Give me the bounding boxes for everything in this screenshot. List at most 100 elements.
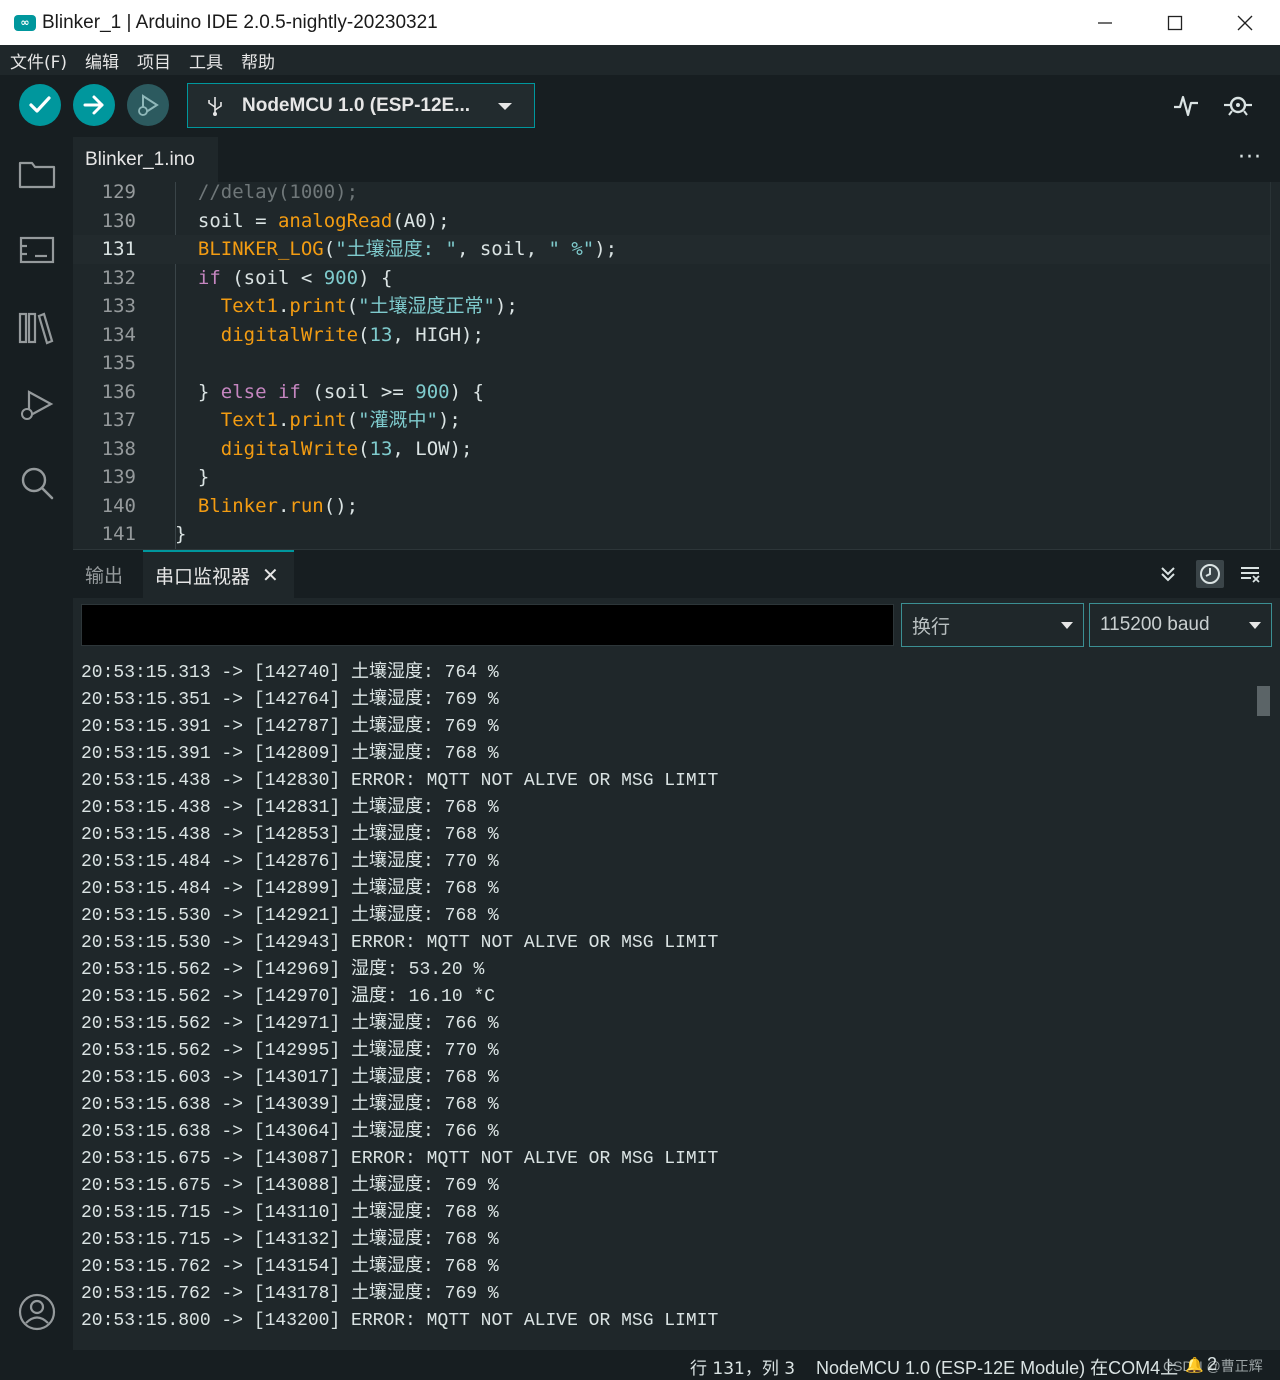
boards-manager-icon[interactable]	[17, 230, 57, 270]
code-text: if (soil < 900) {	[197, 266, 393, 289]
line-number: 139	[101, 466, 136, 488]
serial-log-line: 20:53:15.562 -> [142970] 温度: 16.10 *C	[81, 987, 496, 1007]
line-number: 129	[101, 182, 136, 203]
verify-button[interactable]	[19, 84, 61, 126]
code-line[interactable]: 137 Text1.print("灌溉中");	[73, 406, 1273, 435]
code-line[interactable]: 135	[73, 349, 1273, 378]
tab-output[interactable]: 输出	[85, 550, 123, 598]
bottom-panel: 输出 串口监视器 ✕ 换行 115200 baud 20:53:15.313 -…	[73, 549, 1280, 1350]
editor-scrollbar[interactable]	[1270, 182, 1280, 549]
code-text: }	[197, 466, 210, 488]
serial-output[interactable]: 20:53:15.313 -> [142740] 土壤湿度: 764 % 20:5…	[81, 660, 1251, 1340]
close-window-button[interactable]	[1210, 0, 1280, 45]
code-line[interactable]: 139 }	[73, 463, 1273, 492]
serial-log-line: 20:53:15.313 -> [142740] 土壤湿度: 764 %	[81, 663, 499, 683]
line-number: 134	[101, 323, 136, 346]
serial-send-input[interactable]	[81, 604, 894, 646]
serial-log-line: 20:53:15.762 -> [143178] 土壤湿度: 769 %	[81, 1284, 499, 1304]
code-text: Blinker.run();	[197, 494, 359, 517]
serial-log-line: 20:53:15.562 -> [142969] 湿度: 53.20 %	[81, 960, 485, 980]
menu-edit[interactable]: 编辑	[85, 48, 119, 73]
editor-tabs: Blinker_1.ino ···	[73, 137, 1280, 182]
tab-blinker-ino[interactable]: Blinker_1.ino	[73, 137, 218, 182]
tab-serial-monitor-label: 串口监视器	[155, 565, 251, 588]
autoscroll-button[interactable]	[1154, 560, 1182, 588]
code-line[interactable]: 129 //delay(1000);	[73, 182, 1273, 207]
serial-monitor-icon[interactable]	[1222, 89, 1254, 121]
line-ending-select[interactable]: 换行	[901, 603, 1084, 647]
serial-log-line: 20:53:15.351 -> [142764] 土壤湿度: 769 %	[81, 690, 499, 710]
line-number: 130	[101, 209, 136, 232]
code-line[interactable]: 132 if (soil < 900) {	[73, 264, 1273, 293]
panel-tabs: 输出 串口监视器 ✕	[73, 550, 1280, 598]
menu-sketch[interactable]: 项目	[137, 48, 171, 73]
minimize-button[interactable]	[1070, 0, 1140, 45]
board-selector[interactable]: NodeMCU 1.0 (ESP-12E...	[187, 83, 535, 128]
folder-icon[interactable]	[17, 153, 57, 193]
serial-log-line: 20:53:15.391 -> [142787] 土壤湿度: 769 %	[81, 717, 499, 737]
line-number: 131	[101, 238, 136, 260]
code-text: BLINKER_LOG("土壤湿度: ", soil, " %");	[197, 238, 618, 260]
bell-icon[interactable]: 🔔	[1185, 1356, 1204, 1374]
line-number: 141	[101, 523, 136, 545]
code-line[interactable]: 136 } else if (soil >= 900) {	[73, 378, 1273, 407]
line-number: 140	[101, 494, 136, 517]
debug-sidebar-icon[interactable]	[17, 386, 57, 426]
library-manager-icon[interactable]	[17, 308, 57, 348]
baud-rate-select[interactable]: 115200 baud	[1089, 603, 1272, 647]
close-icon	[1237, 15, 1253, 30]
code-area[interactable]: 129 //delay(1000); 130 soil = analogRead(…	[73, 182, 1280, 549]
clock-icon	[1200, 564, 1220, 584]
code-line[interactable]: 130 soil = analogRead(A0);	[73, 207, 1273, 236]
status-board[interactable]: NodeMCU 1.0 (ESP-12E Module) 在COM4上	[816, 1354, 1178, 1380]
chevron-down-icon	[498, 103, 512, 110]
account-icon[interactable]	[17, 1292, 57, 1332]
search-icon[interactable]	[17, 463, 57, 503]
maximize-button[interactable]	[1140, 0, 1210, 45]
serial-log-line: 20:53:15.562 -> [142971] 土壤湿度: 766 %	[81, 1014, 499, 1034]
code-text: digitalWrite(13, HIGH);	[220, 323, 484, 346]
debug-icon	[138, 94, 159, 116]
cursor-position[interactable]: 行 131，列 3	[690, 1354, 795, 1379]
serial-log-line: 20:53:15.638 -> [143039] 土壤湿度: 768 %	[81, 1095, 499, 1115]
serial-log-line: 20:53:15.438 -> [142831] 土壤湿度: 768 %	[81, 798, 499, 818]
menu-file[interactable]: 文件(F)	[10, 48, 67, 73]
chevron-double-down-icon	[1161, 567, 1175, 582]
serial-log-line: 20:53:15.530 -> [142921] 土壤湿度: 768 %	[81, 906, 499, 926]
chevron-down-icon	[1061, 622, 1073, 629]
serial-scrollbar-thumb[interactable]	[1257, 686, 1270, 716]
usb-icon	[208, 96, 222, 116]
menu-tools[interactable]: 工具	[189, 48, 223, 73]
code-line[interactable]: 133 Text1.print("土壤湿度正常");	[73, 292, 1273, 321]
timestamp-button[interactable]	[1196, 560, 1224, 588]
code-line[interactable]: 140 Blinker.run();	[73, 492, 1273, 521]
code-text: soil = analogRead(A0);	[197, 209, 450, 232]
line-number: 138	[101, 437, 136, 460]
code-text: digitalWrite(13, LOW);	[220, 437, 473, 460]
serial-log-line: 20:53:15.715 -> [143132] 土壤湿度: 768 %	[81, 1230, 499, 1250]
maximize-icon	[1167, 15, 1183, 30]
checkmark-icon	[29, 96, 51, 113]
more-icon[interactable]: ···	[1238, 145, 1262, 170]
upload-button[interactable]	[73, 84, 115, 126]
line-ending-value: 换行	[912, 615, 951, 638]
arduino-logo-icon: ∞	[14, 14, 36, 31]
clear-output-button[interactable]	[1236, 560, 1264, 588]
code-line[interactable]: 134 digitalWrite(13, HIGH);	[73, 321, 1273, 350]
serial-plotter-icon[interactable]	[1170, 89, 1202, 121]
serial-log-line: 20:53:15.762 -> [143154] 土壤湿度: 768 %	[81, 1257, 499, 1277]
line-number: 133	[101, 295, 136, 317]
window-controls	[1070, 0, 1280, 45]
line-number: 136	[101, 380, 136, 403]
tab-serial-monitor[interactable]: 串口监视器 ✕	[143, 550, 294, 598]
window-title: Blinker_1 | Arduino IDE 2.0.5-nightly-20…	[42, 11, 438, 33]
serial-log-line: 20:53:15.484 -> [142899] 土壤湿度: 768 %	[81, 879, 499, 899]
board-name: NodeMCU 1.0 (ESP-12E...	[242, 94, 471, 116]
code-line[interactable]: 141}	[73, 520, 1273, 549]
code-line[interactable]: 138 digitalWrite(13, LOW);	[73, 435, 1273, 464]
debug-button[interactable]	[127, 84, 169, 126]
menu-help[interactable]: 帮助	[241, 48, 275, 73]
close-tab-icon[interactable]: ✕	[262, 563, 279, 587]
code-text: } else if (soil >= 900) {	[197, 380, 484, 403]
code-line[interactable]: 131 BLINKER_LOG("土壤湿度: ", soil, " %");	[73, 235, 1273, 264]
